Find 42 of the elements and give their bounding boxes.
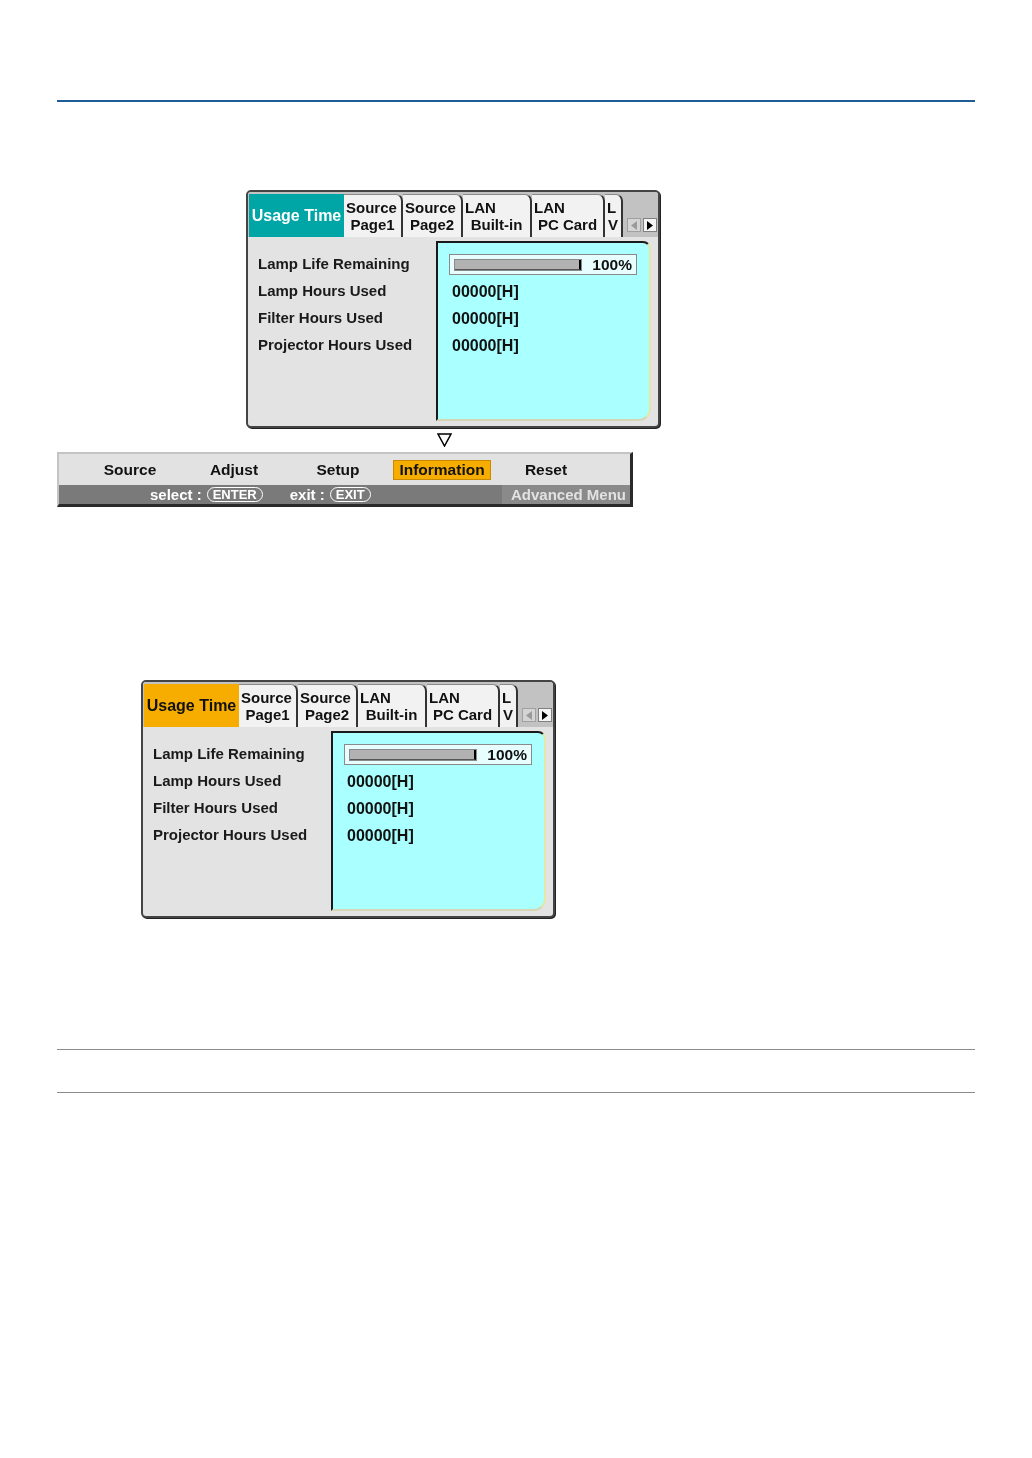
field-value: 00000[H] [346,798,414,819]
down-triangle-icon [437,433,452,447]
left-triangle-icon [526,710,532,720]
field-label: Projector Hours Used [258,335,413,356]
tab[interactable]: Source Page1 [344,194,403,237]
field-value: 00000[H] [451,281,519,302]
field-label: Projector Hours Used [153,825,308,846]
hint-label: exit : [289,486,325,503]
tab[interactable]: LAN Built-in [358,684,427,727]
menu-item[interactable]: Reset [518,459,574,480]
percent-reading: 100% [592,254,632,275]
field-value: 00000[H] [451,308,519,329]
tab[interactable]: L V [500,684,518,727]
tab[interactable]: LAN PC Card [532,194,605,237]
field-label: Lamp Life Remaining [153,744,305,765]
field-label: Lamp Hours Used [153,771,282,792]
right-triangle-icon [542,710,548,720]
scroll-right-button[interactable] [643,218,657,232]
menu-item[interactable]: Information [393,459,491,480]
menu-item[interactable]: Adjust [203,459,265,480]
menu-item[interactable]: Setup [310,459,366,480]
field-value: 00000[H] [346,771,414,792]
menu-mode-label: Advanced Menu [502,485,630,504]
tab[interactable]: Source Page1 [239,684,298,727]
tab[interactable]: LAN Built-in [463,194,532,237]
right-triangle-icon [647,220,653,230]
percent-reading: 100% [487,744,527,765]
tab[interactable]: Source Page2 [403,194,463,237]
tab[interactable]: Source Page2 [298,684,358,727]
field-label: Lamp Hours Used [258,281,387,302]
hint-label: select : [150,486,202,503]
tab[interactable]: L V [605,194,623,237]
menu-item[interactable]: Source [97,459,163,480]
field-label: Filter Hours Used [153,798,279,819]
field-value: 00000[H] [451,335,519,356]
field-label: Filter Hours Used [258,308,384,329]
field-label: Lamp Life Remaining [258,254,410,275]
tab[interactable]: LAN PC Card [427,684,500,727]
tab[interactable]: Usage Time [144,684,239,727]
scroll-right-button[interactable] [538,708,552,722]
field-value: 00000[H] [346,825,414,846]
left-triangle-icon [631,220,637,230]
